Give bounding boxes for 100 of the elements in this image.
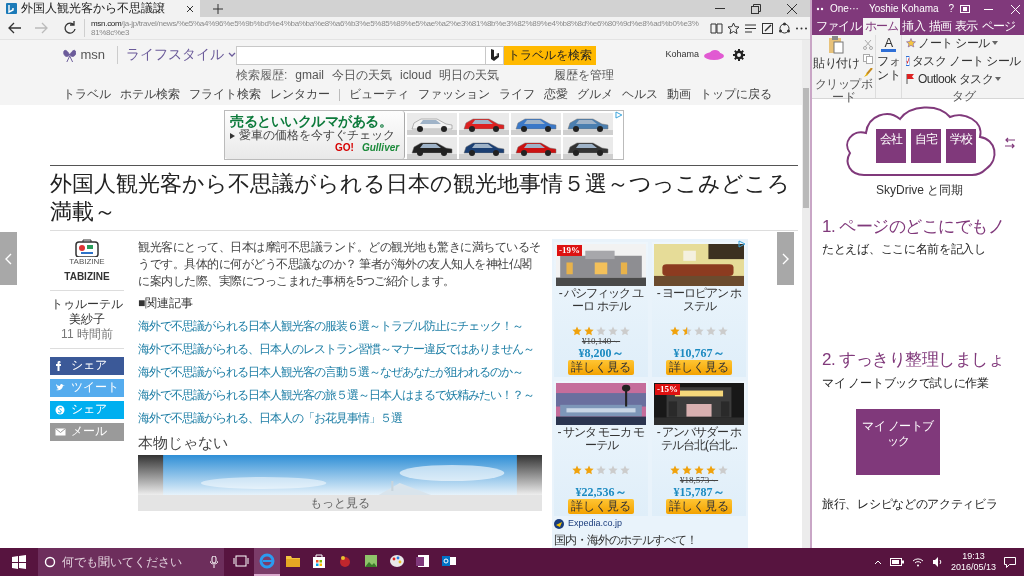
notebook-tile: 会社 — [876, 129, 906, 163]
hotel-name[interactable]: - ヨーロピアン ホステル — [654, 287, 744, 326]
refresh-icon — [63, 21, 77, 35]
search-button[interactable]: トラベルを検索 — [504, 45, 596, 65]
user-name[interactable]: Kohama — [665, 49, 699, 61]
clock-time[interactable]: 19:13 — [950, 551, 996, 562]
ad-link[interactable]: GO! — [335, 142, 354, 154]
hotel-name[interactable]: - アンバサダー ホテル台北(台北... — [654, 426, 744, 465]
nav-link[interactable]: フライト検索 — [189, 87, 261, 102]
step-text: マイ ノートブックで試しに作業 — [822, 375, 990, 391]
battery-icon[interactable] — [889, 558, 904, 566]
related-article-link[interactable]: 海外で不思議がられる日本人観光客の言動５選～なぜあなたが狙われるのか～ — [138, 365, 542, 380]
envelope-icon — [55, 425, 66, 438]
outlook-task-button[interactable]: Outlook タスク — [906, 72, 1021, 86]
nav-link[interactable]: 恋愛 — [544, 87, 568, 102]
manage-history-link[interactable]: 履歴を管理 — [554, 68, 614, 83]
nav-link[interactable]: トップに戻る — [700, 87, 772, 102]
display-options-icon[interactable] — [960, 5, 971, 13]
brush-icon[interactable] — [863, 68, 873, 78]
details-button[interactable]: 詳しく見る — [666, 360, 732, 375]
nav-link[interactable]: 動画 — [667, 87, 691, 102]
nav-link[interactable]: グルメ — [577, 87, 613, 102]
author-name: トゥルーテル美紗子 — [50, 296, 124, 327]
user-name[interactable]: Yoshie Kohama — [868, 2, 939, 16]
ellipsis-icon — [795, 26, 808, 30]
ad-brand[interactable]: Expedia.co.jp — [568, 517, 623, 530]
list-icon — [744, 21, 757, 35]
ad-choices-icon[interactable] — [738, 240, 746, 248]
note-tag-button[interactable]: ノート シール — [906, 36, 1021, 50]
help-button[interactable]: ? — [948, 2, 955, 16]
article-title: 外国人観光客から不思議がられる日本の観光地事情５選～つっこみどころ満載～ — [50, 165, 798, 231]
wifi-icon[interactable] — [911, 557, 924, 567]
search-field[interactable] — [236, 45, 486, 65]
notifications-icon[interactable] — [1004, 556, 1016, 568]
step-heading: 2. すっきり整理しましょ — [822, 349, 1006, 371]
hotel-card[interactable]: - ヨーロピアン ホステル ¥10,767～ 詳しく見る — [652, 242, 746, 377]
hotel-name[interactable]: - パシフィック ユーロ ホテル — [556, 287, 646, 326]
quick-access-icon[interactable] — [816, 7, 824, 11]
microphone-icon[interactable] — [210, 556, 218, 568]
facebook-share-button[interactable]: シェア — [50, 356, 124, 375]
clock-date[interactable]: 2016/05/13 — [950, 562, 996, 573]
scrollbar[interactable] — [802, 40, 810, 548]
related-article-link[interactable]: 海外で不思議がられる、日本人のレストラン習慣～マナー違反ではありません～ — [138, 342, 542, 357]
paste-button[interactable]: 貼り付け — [813, 36, 859, 78]
source-name[interactable]: TABIZINE — [50, 271, 124, 291]
related-article-link[interactable]: 海外で不思議がられる、日本人の「お花見事情」５選 — [138, 411, 542, 426]
ribbon-tab[interactable]: ホーム — [862, 18, 901, 35]
checkbox-icon — [906, 56, 910, 66]
ribbon-tab[interactable]: 挿入 — [900, 18, 927, 35]
nav-link[interactable]: ヘルス — [622, 87, 658, 102]
history-link[interactable]: 今日の天気 — [332, 68, 393, 83]
task-tag-button[interactable]: タスク ノート シール — [906, 54, 1021, 68]
avatar-icon[interactable] — [703, 49, 725, 61]
related-article-link[interactable]: 海外で不思議がられる日本人観光客の旅５選～日本人はまるで妖精みたい！？～ — [138, 388, 542, 403]
details-button[interactable]: 詳しく見る — [568, 360, 634, 375]
history-link[interactable]: 明日の天気 — [439, 68, 500, 83]
volume-icon[interactable] — [931, 557, 943, 567]
ribbon-tab[interactable]: 描画 — [926, 18, 954, 35]
details-button[interactable]: 詳しく見る — [666, 499, 732, 514]
nav-link[interactable]: ホテル検索 — [120, 87, 180, 102]
history-label: 検索履歴: — [236, 68, 288, 83]
ribbon-tab[interactable]: ページ — [979, 18, 1018, 35]
star-tag-icon — [906, 38, 916, 48]
chevron-up-icon[interactable] — [873, 559, 882, 565]
book-icon — [710, 21, 723, 35]
font-button[interactable]: A フォント — [877, 36, 900, 82]
nav-link[interactable]: レンタカー — [270, 87, 330, 102]
task-view-icon — [233, 555, 249, 567]
history-link[interactable]: icloud — [400, 68, 432, 83]
hotel-card[interactable]: -15% - アンバサダー ホテル台北(台北... ¥18,573～ ¥15,787～ 詳しく見る — [652, 381, 746, 516]
settings-icon[interactable] — [733, 49, 745, 61]
ad-brand[interactable]: Gulliver — [361, 142, 400, 154]
ad-text[interactable]: 国内・海外のホテルすべて！ — [554, 534, 697, 547]
nav-link[interactable]: トラベル — [63, 87, 111, 102]
nav-link[interactable]: ビューティ — [349, 87, 409, 102]
related-article-link[interactable]: 海外で不思議がられる日本人観光客の服装６選～トラブル防止にチェック！～ — [138, 319, 542, 334]
search-box[interactable]: 何でも聞いてください — [38, 548, 224, 576]
minimize-icon[interactable] — [984, 8, 993, 10]
ribbon-tab[interactable]: 表示 — [953, 18, 980, 35]
more-button[interactable]: もっと見る — [138, 495, 542, 511]
ribbon-tab[interactable]: ファイル — [814, 18, 863, 35]
discount-badge: -19% — [557, 245, 582, 257]
search-field[interactable]: 何でも聞いてください — [62, 554, 204, 570]
nav-link[interactable]: ライフ — [499, 87, 535, 102]
ad-text[interactable]: 愛車の価格を今すぐチェック — [239, 129, 395, 142]
details-button[interactable]: 詳しく見る — [568, 499, 634, 514]
ad-headline[interactable]: 売るといいクルマがある。 — [230, 113, 400, 129]
folder-icon — [285, 553, 301, 569]
hotel-card[interactable]: -19% - パシフィック ユーロ ホテル ¥10,140～ ¥8,200～ 詳しく見る — [554, 242, 648, 377]
hotel-name[interactable]: - サンタ モニカ モーテル — [556, 426, 646, 465]
star-icon — [694, 326, 704, 336]
hotel-card[interactable]: - サンタ モニカ モーテル ¥22,536～ 詳しく見る — [554, 381, 648, 516]
browser-tab[interactable]: 外国人観光客から不思議譲 — [0, 0, 200, 17]
sync-arrows-icon — [1004, 137, 1016, 149]
history-link[interactable]: gmail — [295, 68, 325, 83]
brand-name[interactable]: msn — [80, 46, 105, 64]
close-icon[interactable] — [186, 4, 194, 13]
banner-ad[interactable]: 売るといいクルマがある。 愛車の価格を今すぐチェック GO! Gulliver — [224, 110, 624, 160]
star-icon — [572, 326, 582, 336]
nav-link[interactable]: ファッション — [418, 87, 490, 102]
